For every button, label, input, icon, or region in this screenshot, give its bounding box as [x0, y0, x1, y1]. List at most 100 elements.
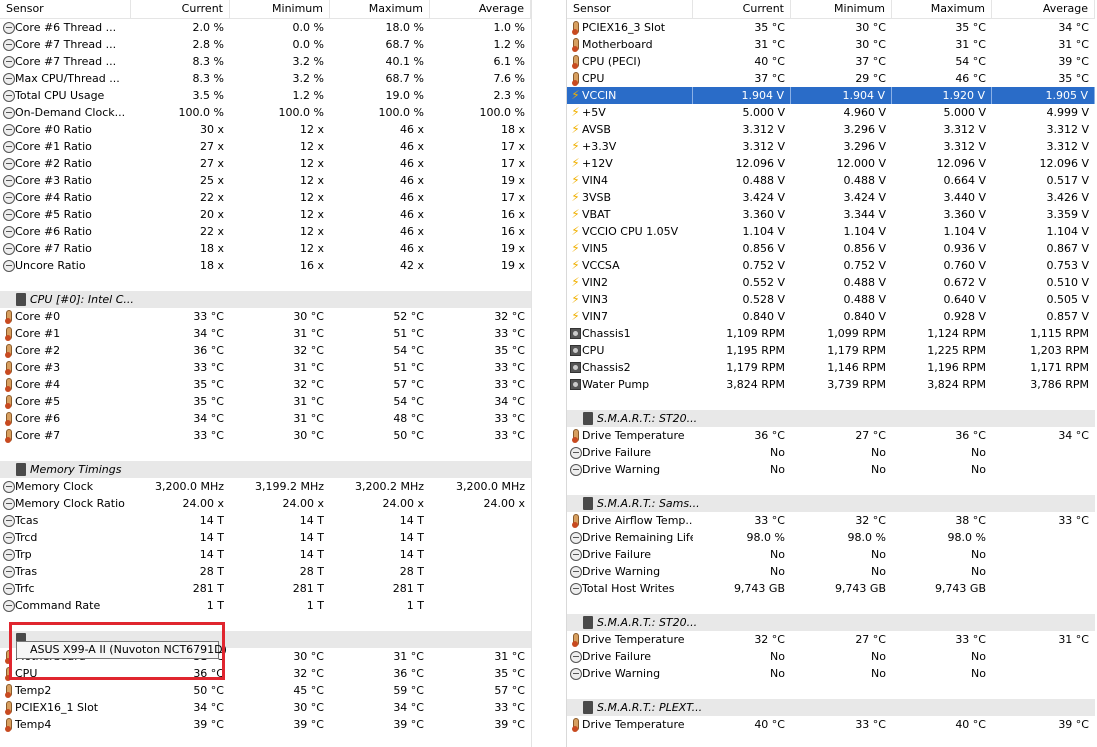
sensor-label: CPU (PECI) — [582, 55, 641, 68]
sensor-row[interactable]: Core #5 35 °C 31 °C 54 °C 34 °C — [0, 393, 531, 410]
sensor-row[interactable]: Core #6 34 °C 31 °C 48 °C 33 °C — [0, 410, 531, 427]
sensor-row[interactable]: ⚡ VCCIN 1.904 V 1.904 V 1.920 V 1.905 V — [567, 87, 1095, 104]
col-sensor[interactable]: Sensor — [567, 0, 693, 18]
group-header[interactable]: S.M.A.R.T.: ST20... — [567, 410, 1095, 427]
sensor-row[interactable]: Temp4 39 °C 39 °C 39 °C 39 °C — [0, 716, 531, 733]
sensor-row[interactable]: Water Pump 3,824 RPM 3,739 RPM 3,824 RPM 3,7… — [567, 376, 1095, 393]
sensor-row[interactable]: PCIEX16_1 Slot 34 °C 30 °C 34 °C 33 °C — [0, 699, 531, 716]
sensor-row[interactable]: Total Host Writes 9,743 GB 9,743 GB 9,743 G… — [567, 580, 1095, 597]
sensor-row[interactable]: ⚡ VIN2 0.552 V 0.488 V 0.672 V 0.510 V — [567, 274, 1095, 291]
sensor-row[interactable]: ⚡ VIN4 0.488 V 0.488 V 0.664 V 0.517 V — [567, 172, 1095, 189]
sensor-label: Core #7 Thread ... — [15, 38, 117, 51]
average-value: 17 x — [500, 191, 525, 204]
sensor-row[interactable]: Core #4 35 °C 32 °C 57 °C 33 °C — [0, 376, 531, 393]
sensor-row[interactable]: Drive Temperature 32 °C 27 °C 33 °C 31 °C — [567, 631, 1095, 648]
sensor-row[interactable]: Core #4 Ratio 22 x 12 x 46 x 17 x — [0, 189, 531, 206]
sensor-row[interactable]: Core #6 Thread ... 2.0 % 0.0 % 18.0 % 1.0 % — [0, 19, 531, 36]
col-maximum[interactable]: Maximum — [330, 0, 430, 18]
sensor-row[interactable]: ⚡ +3.3V 3.312 V 3.296 V 3.312 V 3.312 V — [567, 138, 1095, 155]
sensor-row[interactable]: Core #7 Ratio 18 x 12 x 46 x 19 x — [0, 240, 531, 257]
sensor-row[interactable]: Core #7 Thread ... 2.8 % 0.0 % 68.7 % 1.2 % — [0, 36, 531, 53]
sensor-row[interactable]: ⚡ VCCSA 0.752 V 0.752 V 0.760 V 0.753 V — [567, 257, 1095, 274]
sensor-name: CPU (PECI) — [567, 53, 693, 70]
sensor-row[interactable]: ⚡ VCCIO CPU 1.05V 1.104 V 1.104 V 1.104 V 1.1… — [567, 223, 1095, 240]
clock-icon — [2, 497, 15, 510]
group-header[interactable]: S.M.A.R.T.: PLEXT... — [567, 699, 1095, 716]
sensor-row[interactable]: Core #7 Thread ... 8.3 % 3.2 % 40.1 % 6.1 % — [0, 53, 531, 70]
sensor-row[interactable]: Trp 14 T 14 T 14 T — [0, 546, 531, 563]
sensor-row[interactable]: Total CPU Usage 3.5 % 1.2 % 19.0 % 2.3 % — [0, 87, 531, 104]
sensor-row[interactable]: Core #1 34 °C 31 °C 51 °C 33 °C — [0, 325, 531, 342]
sensor-row[interactable]: Core #0 Ratio 30 x 12 x 46 x 18 x — [0, 121, 531, 138]
sensor-row[interactable]: Core #7 33 °C 30 °C 50 °C 33 °C — [0, 427, 531, 444]
col-maximum[interactable]: Maximum — [892, 0, 992, 18]
sensor-row[interactable]: Tcas 14 T 14 T 14 T — [0, 512, 531, 529]
sensor-row[interactable]: ⚡ +12V 12.096 V 12.000 V 12.096 V 12.096 V — [567, 155, 1095, 172]
sensor-row[interactable]: Motherboard 31 °C 30 °C 31 °C 31 °C — [567, 36, 1095, 53]
sensor-row[interactable]: ⚡ VIN5 0.856 V 0.856 V 0.936 V 0.867 V — [567, 240, 1095, 257]
pane-divider[interactable] — [531, 0, 567, 747]
average-value: 18 x — [500, 123, 525, 136]
col-minimum[interactable]: Minimum — [230, 0, 330, 18]
average-value — [430, 546, 531, 563]
sensor-row[interactable]: Chassis1 1,109 RPM 1,099 RPM 1,124 RPM 1,115… — [567, 325, 1095, 342]
sensor-row[interactable]: Drive Temperature 40 °C 33 °C 40 °C 39 °C — [567, 716, 1095, 733]
sensor-row[interactable]: Core #0 33 °C 30 °C 52 °C 32 °C — [0, 308, 531, 325]
sensor-row[interactable]: Drive Airflow Temp... 33 °C 32 °C 38 °C 33 °… — [567, 512, 1095, 529]
maximum-value: 46 x — [399, 191, 424, 204]
sensor-row[interactable]: CPU (PECI) 40 °C 37 °C 54 °C 39 °C — [567, 53, 1095, 70]
sensor-row[interactable]: Uncore Ratio 18 x 16 x 42 x 19 x — [0, 257, 531, 274]
sensor-row[interactable]: ⚡ 3VSB 3.424 V 3.424 V 3.440 V 3.426 V — [567, 189, 1095, 206]
col-current[interactable]: Current — [693, 0, 791, 18]
sensor-row[interactable]: Drive Warning No No No — [567, 665, 1095, 682]
sensor-row[interactable]: CPU 37 °C 29 °C 46 °C 35 °C — [567, 70, 1095, 87]
sensor-row[interactable]: ⚡ +5V 5.000 V 4.960 V 5.000 V 4.999 V — [567, 104, 1095, 121]
group-header[interactable]: S.M.A.R.T.: ST20... — [567, 614, 1095, 631]
sensor-row[interactable]: Core #1 Ratio 27 x 12 x 46 x 17 x — [0, 138, 531, 155]
sensor-row[interactable]: Trfc 281 T 281 T 281 T — [0, 580, 531, 597]
sensor-row[interactable]: Command Rate 1 T 1 T 1 T — [0, 597, 531, 614]
sensor-row[interactable]: Trcd 14 T 14 T 14 T — [0, 529, 531, 546]
sensor-row[interactable]: Drive Failure No No No — [567, 444, 1095, 461]
sensor-row[interactable]: Drive Temperature 36 °C 27 °C 36 °C 34 °C — [567, 427, 1095, 444]
col-minimum[interactable]: Minimum — [791, 0, 892, 18]
maximum-value: 54 °C — [393, 395, 424, 408]
col-current[interactable]: Current — [131, 0, 230, 18]
sensor-row[interactable]: Memory Clock 3,200.0 MHz 3,199.2 MHz 3,200.… — [0, 478, 531, 495]
sensor-row[interactable]: Temp2 50 °C 45 °C 59 °C 57 °C — [0, 682, 531, 699]
sensor-label: PCIEX16_3 Slot — [582, 21, 666, 34]
sensor-row[interactable]: Max CPU/Thread ... 8.3 % 3.2 % 68.7 % 7.6 % — [0, 70, 531, 87]
sensor-row[interactable]: ⚡ VIN7 0.840 V 0.840 V 0.928 V 0.857 V — [567, 308, 1095, 325]
group-header[interactable]: CPU [#0]: Intel C... — [0, 291, 531, 308]
sensor-row[interactable]: Core #2 Ratio 27 x 12 x 46 x 17 x — [0, 155, 531, 172]
sensor-row[interactable]: Core #6 Ratio 22 x 12 x 46 x 16 x — [0, 223, 531, 240]
voltage-icon: ⚡ — [571, 275, 580, 289]
sensor-row[interactable]: ⚡ VBAT 3.360 V 3.344 V 3.360 V 3.359 V — [567, 206, 1095, 223]
sensor-row[interactable]: Drive Failure No No No — [567, 648, 1095, 665]
sensor-row[interactable]: CPU 1,195 RPM 1,179 RPM 1,225 RPM 1,203 RPM — [567, 342, 1095, 359]
average-value: 39 °C — [1058, 718, 1089, 731]
sensor-row[interactable]: Memory Clock Ratio 24.00 x 24.00 x 24.00 x 2… — [0, 495, 531, 512]
sensor-row[interactable]: Chassis2 1,179 RPM 1,146 RPM 1,196 RPM 1,171… — [567, 359, 1095, 376]
sensor-row[interactable]: Drive Failure No No No — [567, 546, 1095, 563]
col-average[interactable]: Average — [430, 0, 531, 18]
sensor-row[interactable]: Drive Remaining Life 98.0 % 98.0 % 98.0 % — [567, 529, 1095, 546]
sensor-row[interactable]: On-Demand Clock... 100.0 % 100.0 % 100.0 % 1… — [0, 104, 531, 121]
sensor-row[interactable]: ⚡ AVSB 3.312 V 3.296 V 3.312 V 3.312 V — [567, 121, 1095, 138]
sensor-row[interactable]: Core #3 Ratio 25 x 12 x 46 x 19 x — [0, 172, 531, 189]
col-average[interactable]: Average — [992, 0, 1095, 18]
sensor-row[interactable]: PCIEX16_3 Slot 35 °C 30 °C 35 °C 34 °C — [567, 19, 1095, 36]
sensor-row[interactable]: Tras 28 T 28 T 28 T — [0, 563, 531, 580]
col-sensor[interactable]: Sensor — [0, 0, 131, 18]
sensor-row[interactable]: Core #2 36 °C 32 °C 54 °C 35 °C — [0, 342, 531, 359]
maximum-value: 9,743 GB — [934, 582, 986, 595]
group-header[interactable]: Memory Timings — [0, 461, 531, 478]
average-value — [992, 444, 1095, 461]
sensor-row[interactable]: Core #5 Ratio 20 x 12 x 46 x 16 x — [0, 206, 531, 223]
right-sensor-pane[interactable]: Sensor Current Minimum Maximum Average P… — [567, 0, 1095, 747]
sensor-row[interactable]: Drive Warning No No No — [567, 461, 1095, 478]
group-header[interactable]: S.M.A.R.T.: Sams... — [567, 495, 1095, 512]
sensor-row[interactable]: Core #3 33 °C 31 °C 51 °C 33 °C — [0, 359, 531, 376]
sensor-row[interactable]: Drive Warning No No No — [567, 563, 1095, 580]
sensor-row[interactable]: ⚡ VIN3 0.528 V 0.488 V 0.640 V 0.505 V — [567, 291, 1095, 308]
